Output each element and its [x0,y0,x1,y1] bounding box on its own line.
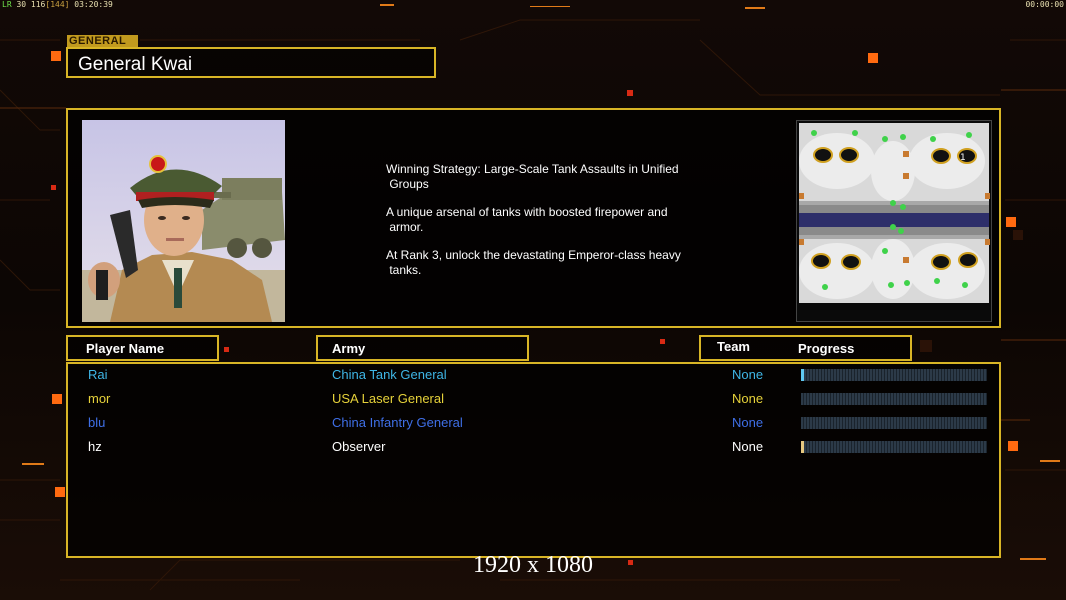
general-name: General Kwai [78,54,193,75]
player-team[interactable]: None [732,415,763,430]
bracket-value: [144] [45,0,70,9]
fps-value: 30 116 [16,0,46,9]
general-name-box: General Kwai [66,47,436,78]
player-army[interactable]: USA Laser General [332,391,444,406]
clock-readout: 00:00:00 [1025,0,1064,9]
description-line-2: A unique arsenal of tanks with boosted f… [386,205,668,234]
header-army: Army [316,335,529,361]
progress-bar [801,417,987,429]
progress-bar [801,393,987,405]
header-player-name: Player Name [66,335,219,361]
fps-readout: LR 30 116[144] 03:20:39 [2,0,113,10]
players-panel: Rai China Tank General None mor USA Laser Ge… [66,362,1001,558]
player-army[interactable]: China Tank General [332,367,447,382]
progress-bar [801,369,987,381]
header-progress-label: Progress [798,341,855,356]
player-row[interactable]: hz Observer None [68,437,1003,457]
general-description: Winning Strategy: Large-Scale Tank Assau… [386,162,706,291]
player-row[interactable]: Rai China Tank General None [68,365,1003,385]
general-portrait [82,120,285,322]
map-preview: 1 [796,120,992,322]
player-row[interactable]: mor USA Laser General None [68,389,1003,409]
lr-label: LR [2,0,12,9]
player-name: blu [88,415,106,430]
header-team-label: Team [717,339,750,354]
player-name: Rai [88,367,108,382]
player-army[interactable]: China Infantry General [332,415,463,430]
player-start-marker: 1 [960,153,966,163]
player-team[interactable]: None [732,391,763,406]
progress-fill [801,441,804,453]
player-team[interactable]: None [732,367,763,382]
progress-bar [801,441,987,453]
resolution-label: 1920 x 1080 [473,552,593,578]
description-line-3: At Rank 3, unlock the devastating Empero… [386,248,681,277]
player-row[interactable]: blu China Infantry General None [68,413,1003,433]
player-name: mor [88,391,111,406]
header-team-progress: Team Progress [699,335,912,361]
player-name: hz [88,439,102,454]
general-info-panel: Winning Strategy: Large-Scale Tank Assau… [66,108,1001,328]
player-army[interactable]: Observer [332,439,385,454]
description-line-1: Winning Strategy: Large-Scale Tank Assau… [386,162,679,191]
header-player-name-label: Player Name [86,341,165,356]
progress-fill [801,369,804,381]
header-army-label: Army [332,341,366,356]
player-team[interactable]: None [732,439,763,454]
elapsed-time: 03:20:39 [74,0,113,9]
